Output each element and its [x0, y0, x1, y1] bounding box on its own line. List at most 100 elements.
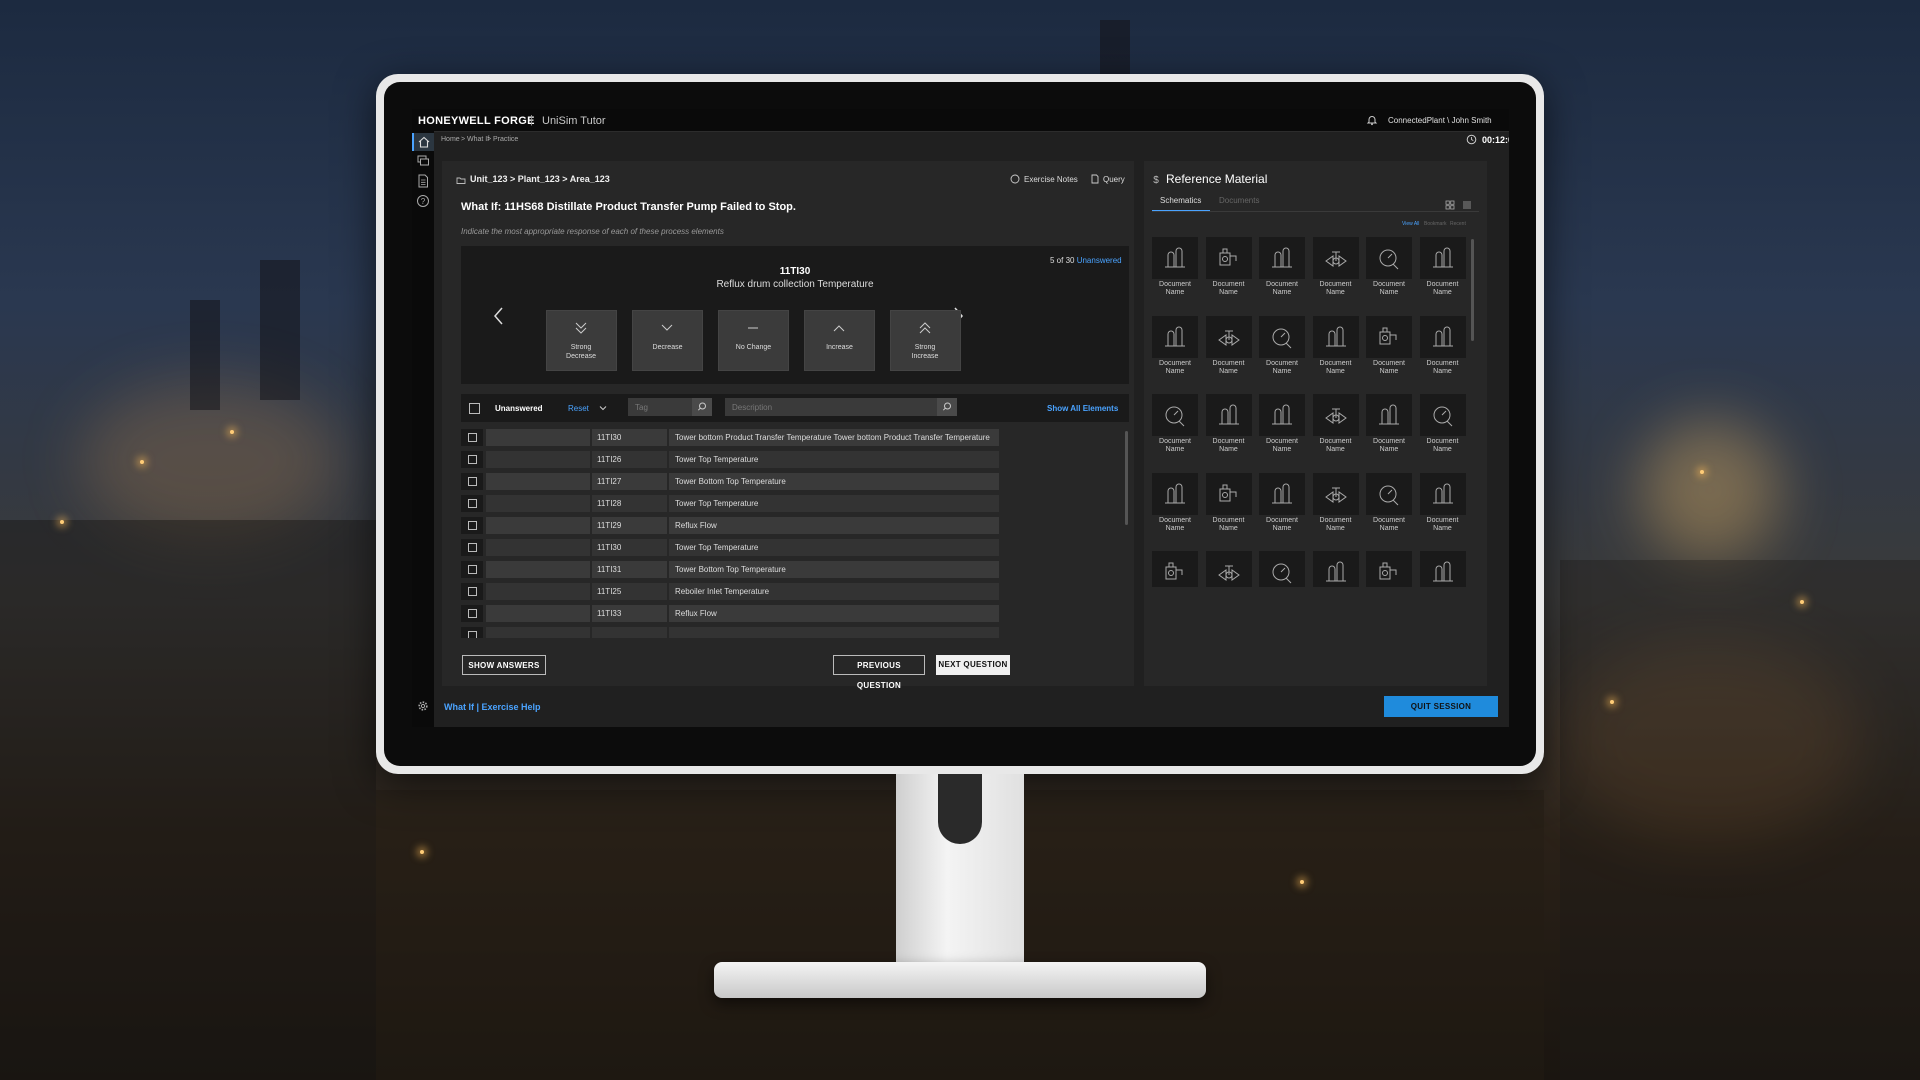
table-row[interactable]: 11TI31 Tower Bottom Top Temperature [461, 561, 1119, 578]
choice-no-change[interactable]: No Change [718, 310, 789, 371]
sidebar-item-home[interactable] [412, 133, 434, 151]
breadcrumb-what-if[interactable]: What If [467, 136, 489, 143]
document-card[interactable]: Document Name [1366, 315, 1412, 380]
document-card[interactable]: Document Name [1312, 551, 1359, 587]
next-question-button[interactable]: NEXT QUESTION [936, 655, 1010, 675]
reset-dropdown[interactable]: Reset [568, 404, 589, 413]
table-scrollbar[interactable] [1125, 431, 1128, 525]
table-row[interactable]: 11TI27 Tower Bottom Top Temperature [461, 473, 1119, 490]
row-checkbox[interactable] [468, 565, 477, 574]
document-card[interactable]: Document Name [1205, 394, 1252, 458]
previous-element-arrow[interactable] [492, 306, 506, 326]
document-name: Document Name [1319, 516, 1352, 532]
document-card[interactable]: Document Name [1152, 394, 1198, 458]
document-name: Document Name [1319, 438, 1352, 453]
sidebar-item-help[interactable]: ? [415, 193, 431, 209]
row-checkbox[interactable] [468, 609, 477, 618]
show-answers-button[interactable]: SHOW ANSWERS [462, 655, 546, 675]
document-card[interactable]: Document Name [1205, 315, 1252, 380]
document-card[interactable]: Document Name [1259, 472, 1305, 537]
info-icon[interactable] [1010, 174, 1020, 184]
session-timer: 00:12:00 [1482, 135, 1509, 145]
document-card[interactable]: Document Name [1366, 237, 1412, 301]
query-link[interactable]: Query [1103, 175, 1125, 184]
breadcrumb-home[interactable]: Home [441, 136, 460, 143]
column-icon [1432, 483, 1453, 503]
document-card[interactable]: Document Name [1205, 237, 1252, 301]
reference-scrollbar[interactable] [1471, 239, 1474, 341]
document-card[interactable]: Document Name [1366, 394, 1412, 458]
column-icon [1165, 247, 1185, 268]
search-icon [942, 402, 951, 411]
row-checkbox[interactable] [468, 433, 477, 442]
row-description: Tower bottom Product Transfer Temperatur… [669, 429, 999, 446]
previous-question-button[interactable]: PREVIOUS QUESTION [833, 655, 925, 690]
document-card[interactable]: Document Name [1312, 394, 1359, 458]
tag-search-input[interactable] [628, 398, 692, 416]
document-card[interactable]: Document Name [1152, 237, 1198, 301]
select-all-checkbox[interactable] [469, 403, 480, 414]
tab-documents[interactable]: Documents [1219, 196, 1259, 205]
grid-view-icon[interactable] [1445, 200, 1455, 210]
document-card[interactable]: Document Name [1366, 472, 1412, 537]
document-card[interactable]: Document Name [1312, 315, 1359, 380]
list-view-icon[interactable] [1462, 200, 1472, 210]
table-row[interactable]: 11TI29 Reflux Flow [461, 517, 1119, 534]
document-card[interactable]: Document Name [1419, 315, 1466, 380]
table-row[interactable]: 11TI30 Tower bottom Product Transfer Tem… [461, 429, 1119, 446]
table-row[interactable]: 11TI28 Tower Top Temperature [461, 495, 1119, 512]
table-row[interactable]: 11TI30 Tower Top Temperature [461, 539, 1119, 556]
document-card[interactable]: Document Name [1259, 237, 1305, 301]
table-row[interactable]: 11TI26 Tower Top Temperature [461, 451, 1119, 468]
document-card[interactable]: Document Name [1419, 394, 1466, 458]
show-all-elements-link[interactable]: Show All Elements [1047, 404, 1118, 413]
double-chevron-down-icon [575, 322, 587, 334]
row-checkbox[interactable] [468, 543, 477, 552]
document-card[interactable]: Document Name [1419, 237, 1466, 301]
row-checkbox[interactable] [468, 499, 477, 508]
sidebar-item-documents[interactable] [415, 173, 431, 189]
document-card[interactable]: Document Name [1152, 315, 1198, 380]
document-card[interactable]: Document Name [1152, 551, 1198, 587]
user-menu[interactable]: ConnectedPlant \ John Smith [1388, 116, 1492, 125]
query-icon[interactable] [1090, 174, 1100, 184]
tag-search-button[interactable] [692, 398, 712, 416]
choice-decrease[interactable]: Decrease [632, 310, 703, 371]
exercise-help-link[interactable]: What If | Exercise Help [444, 702, 541, 712]
document-card[interactable]: Document Name [1152, 472, 1198, 537]
document-card[interactable]: Document Name [1419, 551, 1466, 587]
document-card[interactable]: Document Name [1205, 472, 1252, 537]
bell-icon[interactable] [1366, 114, 1378, 126]
sidebar-item-layers[interactable] [415, 153, 431, 169]
sort-bookmark[interactable]: Bookmark [1424, 221, 1447, 227]
document-card[interactable]: Document Name [1205, 551, 1252, 587]
row-checkbox[interactable] [468, 587, 477, 596]
row-checkbox[interactable] [468, 455, 477, 464]
document-card[interactable]: Document Name [1259, 315, 1305, 380]
sort-recent[interactable]: Recent [1450, 221, 1466, 227]
chevron-down-icon[interactable] [598, 403, 608, 413]
document-card[interactable]: Document Name [1259, 394, 1305, 458]
document-card[interactable]: Document Name [1312, 472, 1359, 537]
exercise-notes-link[interactable]: Exercise Notes [1024, 175, 1078, 184]
table-row[interactable]: 11TI25 Reboiler Inlet Temperature [461, 583, 1119, 600]
row-checkbox[interactable] [468, 477, 477, 486]
document-card[interactable]: Document Name [1419, 472, 1466, 537]
tab-schematics[interactable]: Schematics [1152, 196, 1211, 212]
description-search-button[interactable] [937, 398, 957, 416]
document-card[interactable]: Document Name [1366, 551, 1412, 587]
table-row[interactable]: 11TI33 Reflux Flow [461, 605, 1119, 622]
quit-session-button[interactable]: QUIT SESSION [1384, 696, 1498, 717]
pump-icon [1379, 562, 1397, 580]
document-card[interactable]: Document Name [1312, 237, 1359, 301]
sidebar-item-settings[interactable] [415, 698, 431, 714]
choice-increase[interactable]: Increase [804, 310, 875, 371]
document-name: Document Name [1159, 359, 1191, 375]
description-search-input[interactable] [725, 398, 937, 416]
document-card[interactable]: Document Name [1259, 551, 1305, 587]
document-name: Document Name [1426, 438, 1459, 453]
choice-strong-decrease[interactable]: Strong Decrease [546, 310, 617, 371]
row-checkbox[interactable] [468, 521, 477, 530]
sort-view-all[interactable]: View All [1402, 221, 1419, 227]
choice-strong-increase[interactable]: Strong Increase [890, 310, 961, 371]
